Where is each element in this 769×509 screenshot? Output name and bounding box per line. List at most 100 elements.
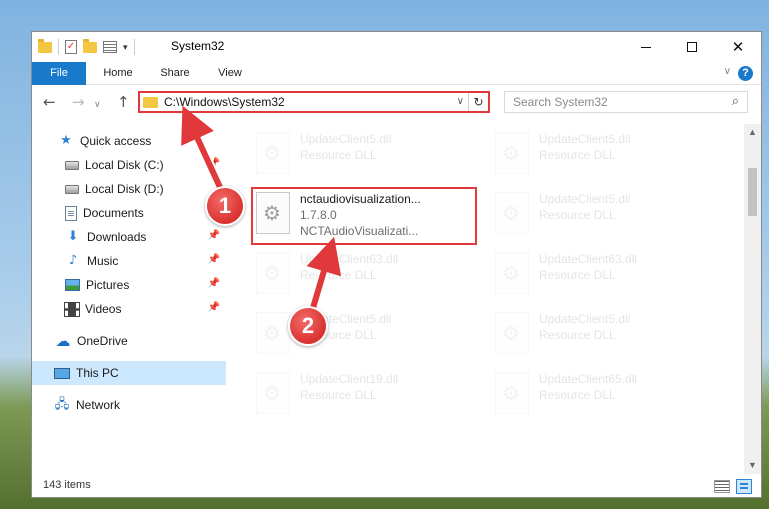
file-name: UpdateClient5.dll [300, 132, 392, 146]
tab-view[interactable]: View [214, 62, 246, 85]
file-type: Resource DLL [300, 148, 377, 162]
gear-icon: ⚙ [502, 261, 520, 285]
sidebar-item-label: OneDrive [77, 334, 128, 348]
pin-icon: 📌 [207, 278, 220, 289]
gear-icon: ⚙ [502, 201, 520, 225]
sidebar-item-downloads[interactable]: ⬇ Downloads 📌 [32, 225, 226, 249]
download-icon: ⬇ [67, 229, 79, 244]
sidebar-item-documents[interactable]: Documents 📌 [32, 201, 226, 225]
expand-ribbon-chevron-icon[interactable]: ∨ [724, 66, 731, 77]
folder-icon [143, 97, 158, 108]
gear-icon: ⚙ [263, 321, 281, 345]
file-name: UpdateClient5.dll [539, 132, 631, 146]
list-item[interactable]: ⚙ UpdateClient5.dll Resource DLL [251, 126, 477, 184]
sidebar-item-label: Quick access [80, 134, 152, 148]
tiles-view-icon[interactable] [736, 479, 752, 494]
list-item[interactable]: ⚙ UpdateClient65.dll Resource DLL [490, 366, 716, 424]
video-icon [64, 301, 80, 317]
list-item[interactable]: ⚙ UpdateClient5.dll Resource DLL [490, 186, 716, 244]
forward-button[interactable]: → [72, 94, 85, 110]
dll-file-icon: ⚙ [495, 252, 529, 294]
dll-file-icon: ⚙ [256, 252, 290, 294]
search-placeholder: Search System32 [513, 95, 608, 109]
dll-file-icon: ⚙ [256, 312, 290, 354]
sidebar-item-music[interactable]: ♪ Music 📌 [32, 249, 226, 273]
list-item[interactable]: ⚙ UpdateClient5.dll Resource DLL [251, 306, 477, 364]
dll-file-icon: ⚙ [256, 132, 290, 174]
search-input[interactable]: Search System32 ⌕ [504, 91, 748, 113]
file-name: UpdateClient63.dll [300, 252, 399, 266]
up-button[interactable]: ↑ [117, 94, 130, 110]
toolbar-separator [133, 39, 135, 55]
explorer-window: ✓ ▾ System32 ✕ File Home Share View ∨ ? … [31, 31, 762, 498]
gear-icon: ⚙ [502, 141, 520, 165]
sidebar-item-local-disk-c[interactable]: Local Disk (C:) 📌 [32, 153, 226, 177]
maximize-icon [687, 42, 697, 52]
gear-icon: ⚙ [263, 141, 281, 165]
quick-access-toolbar: ✓ ▾ [38, 38, 135, 56]
close-button[interactable]: ✕ [715, 32, 761, 62]
file-name: UpdateClient65.dll [539, 372, 638, 386]
list-item[interactable]: ⚙ UpdateClient63.dll Resource DLL [251, 246, 477, 304]
file-name: UpdateClient5.dll [539, 312, 631, 326]
ribbon-tabs: File Home Share View ∨ ? [32, 62, 761, 85]
sidebar-item-videos[interactable]: Videos 📌 [32, 297, 226, 321]
sidebar-item-label: Local Disk (D:) [85, 182, 164, 196]
new-folder-icon[interactable] [83, 38, 97, 53]
scroll-up-arrow-icon[interactable]: ▲ [744, 124, 761, 141]
toolbar-separator [58, 39, 59, 55]
title-bar: ✓ ▾ System32 ✕ [32, 32, 761, 62]
close-icon: ✕ [731, 37, 745, 56]
gear-icon: ⚙ [263, 261, 281, 285]
gear-icon: ⚙ [502, 321, 520, 345]
sidebar-item-label: Network [76, 398, 121, 412]
properties-icon[interactable] [103, 41, 117, 53]
dll-file-icon: ⚙ [495, 372, 529, 414]
refresh-icon[interactable]: ↻ [468, 93, 488, 111]
list-item[interactable]: ⚙ UpdateClient5.dll Resource DLL [490, 306, 716, 364]
sidebar-item-label: Local Disk (C:) [85, 158, 164, 172]
properties-check-icon[interactable]: ✓ [65, 40, 77, 54]
file-type: Resource DLL [300, 388, 377, 402]
minimize-icon [641, 46, 651, 48]
scroll-down-arrow-icon[interactable]: ▼ [744, 457, 761, 474]
tab-file[interactable]: File [32, 62, 86, 85]
sidebar-item-network[interactable]: 🖧 Network [32, 393, 226, 417]
file-type: Resource DLL [539, 208, 616, 222]
sidebar-item-pictures[interactable]: Pictures 📌 [32, 273, 226, 297]
tab-share[interactable]: Share [156, 62, 194, 85]
list-item[interactable]: ⚙ UpdateClient5.dll Resource DLL [490, 126, 716, 184]
search-icon[interactable]: ⌕ [732, 94, 739, 109]
file-name: UpdateClient63.dll [539, 252, 638, 266]
customize-toolbar-dropdown-icon[interactable]: ▾ [123, 42, 128, 53]
list-item[interactable]: ⚙ UpdateClient63.dll Resource DLL [490, 246, 716, 304]
file-type: Resource DLL [539, 148, 616, 162]
sidebar-item-onedrive[interactable]: ☁ OneDrive [32, 329, 226, 353]
file-name: UpdateClient5.dll [539, 192, 631, 206]
sidebar-item-this-pc[interactable]: This PC [32, 361, 226, 385]
address-dropdown-chevron-icon[interactable]: ∨ [457, 96, 464, 107]
help-icon[interactable]: ? [738, 66, 753, 81]
pin-icon: 📌 [207, 254, 220, 265]
maximize-button[interactable] [669, 32, 715, 62]
tab-home[interactable]: Home [98, 62, 138, 85]
step-2-badge: 2 [288, 306, 328, 346]
sidebar-item-label: Music [87, 254, 119, 268]
cloud-icon: ☁ [55, 332, 71, 350]
recent-locations-chevron-icon[interactable]: ∨ [94, 97, 101, 113]
vertical-scrollbar[interactable]: ▲ ▼ [744, 124, 761, 474]
address-path[interactable]: C:\Windows\System32 [164, 95, 285, 109]
status-bar: 143 items [32, 474, 761, 497]
details-view-icon[interactable] [714, 480, 730, 493]
sidebar-item-quick-access[interactable]: ★ Quick access [32, 129, 226, 153]
window-title: System32 [171, 39, 225, 53]
address-bar[interactable]: C:\Windows\System32 ∨ ↻ [138, 91, 490, 113]
sidebar-item-local-disk-d[interactable]: Local Disk (D:) [32, 177, 226, 201]
list-item[interactable]: ⚙ UpdateClient19.dll Resource DLL [251, 366, 477, 424]
back-button[interactable]: ← [43, 94, 56, 110]
sidebar-item-label: This PC [76, 366, 119, 380]
minimize-button[interactable] [623, 32, 669, 62]
pin-icon: 📌 [207, 158, 220, 169]
drive-icon [65, 184, 79, 194]
scroll-thumb[interactable] [748, 168, 757, 216]
